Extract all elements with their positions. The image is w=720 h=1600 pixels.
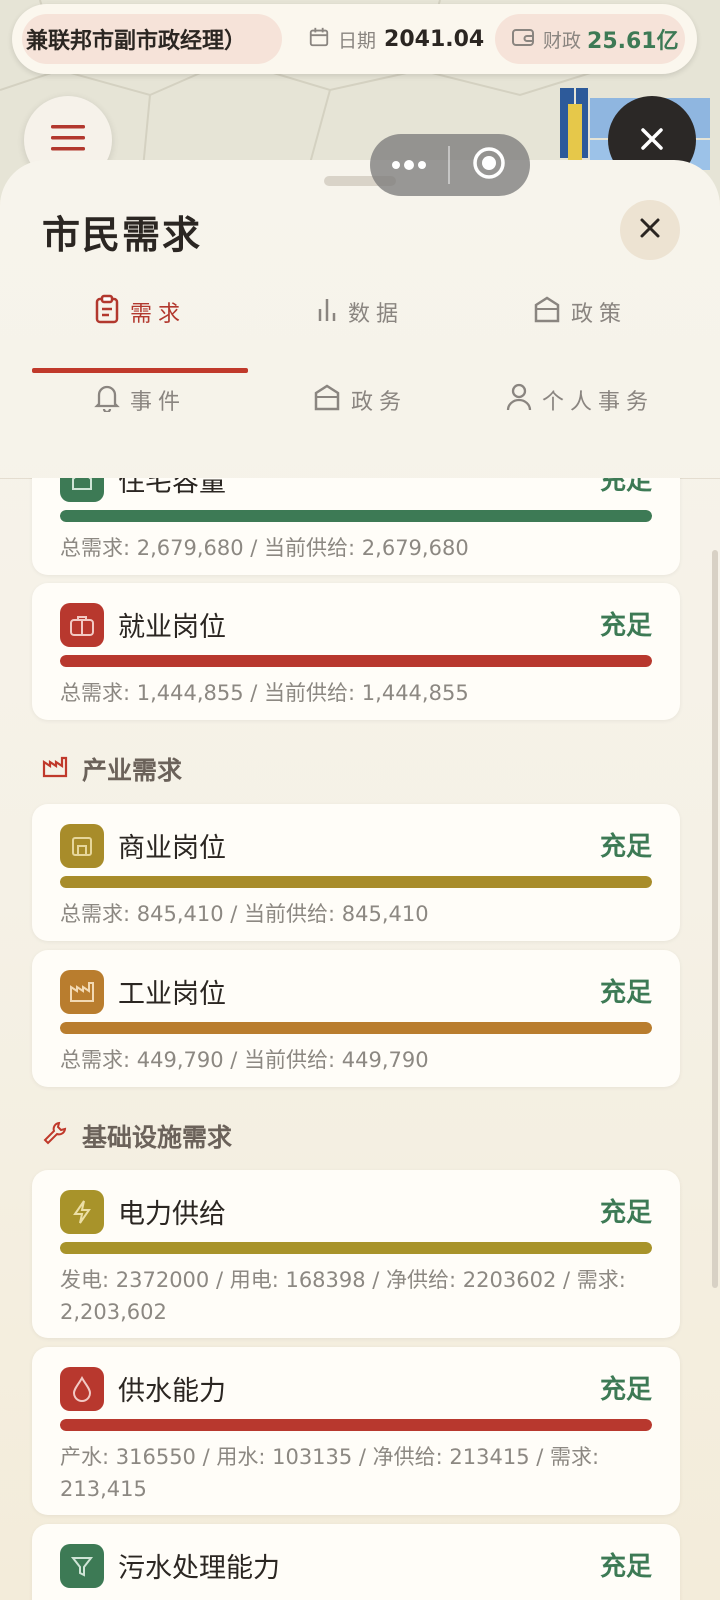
demand-card-commerce: 商业岗位 充足 总需求: 845,410 / 当前供给: 845,410 bbox=[32, 804, 680, 941]
wallet-icon bbox=[511, 26, 535, 52]
tab-government-label: 政务 bbox=[350, 390, 407, 415]
finance-value: 25.61亿 bbox=[587, 29, 679, 54]
date-label: 日期 bbox=[338, 29, 377, 52]
demands-list[interactable]: 住宅容量 充足 总需求: 2,679,680 / 当前供给: 2,679,680… bbox=[0, 478, 720, 1600]
demand-detail: 总需求: 1,444,855 / 当前供给: 1,444,855 bbox=[60, 681, 469, 705]
close-icon bbox=[640, 121, 664, 159]
factory-icon bbox=[60, 970, 104, 1014]
demand-card-jobs: 就业岗位 充足 总需求: 1,444,855 / 当前供给: 1,444,855 bbox=[32, 583, 680, 720]
demand-detail: 总需求: 449,790 / 当前供给: 449,790 bbox=[60, 1048, 429, 1072]
demand-detail: 总需求: 2,679,680 / 当前供给: 2,679,680 bbox=[60, 536, 469, 560]
demand-status: 充足 bbox=[599, 978, 652, 1008]
demand-status: 充足 bbox=[599, 1375, 652, 1405]
hamburger-icon bbox=[51, 125, 85, 155]
section-industry: 产业需求 bbox=[42, 751, 182, 787]
tab-policy[interactable]: 政策 bbox=[472, 272, 688, 352]
shop-icon bbox=[60, 824, 104, 868]
player-title[interactable]: 兼联邦市副市政经理） bbox=[22, 14, 282, 64]
demand-card-water: 供水能力 充足 产水: 316550 / 用水: 103135 / 净供给: 2… bbox=[32, 1347, 680, 1515]
citizen-demands-sheet: 市民需求 需求 数据 政策 事件 政务 个人事务 住宅容量 充足 总需求: 2,… bbox=[0, 160, 720, 1600]
demand-status: 充足 bbox=[599, 611, 652, 641]
demand-status: 充足 bbox=[599, 1198, 652, 1228]
scrollbar[interactable] bbox=[712, 550, 718, 1288]
sheet-title: 市民需求 bbox=[42, 212, 203, 257]
demand-name: 电力供给 bbox=[118, 1199, 226, 1230]
demand-name: 住宅容量 bbox=[118, 478, 226, 498]
demand-status: 充足 bbox=[599, 1552, 652, 1582]
tab-data[interactable]: 数据 bbox=[252, 272, 468, 352]
finance-label: 财政 bbox=[543, 29, 582, 52]
briefcase-icon bbox=[60, 603, 104, 647]
date-display: 日期 2041.04 bbox=[308, 14, 484, 64]
demand-progress-bar bbox=[60, 1419, 652, 1431]
wrench-icon bbox=[42, 1120, 82, 1152]
demand-progress-bar bbox=[60, 876, 652, 888]
tab-data-label: 数据 bbox=[347, 302, 404, 327]
demand-name: 供水能力 bbox=[118, 1376, 226, 1407]
factory-icon bbox=[42, 755, 82, 784]
demand-progress-bar bbox=[60, 1022, 652, 1034]
calendar-icon bbox=[308, 26, 330, 52]
demand-progress-bar bbox=[60, 655, 652, 667]
demand-status: 充足 bbox=[599, 832, 652, 862]
person-icon bbox=[506, 382, 542, 418]
tab-demands[interactable]: 需求 bbox=[32, 272, 248, 352]
bell-icon bbox=[94, 382, 130, 418]
section-infrastructure: 基础设施需求 bbox=[42, 1118, 232, 1154]
date-value: 2041.04 bbox=[384, 26, 485, 52]
finance-display[interactable]: 财政 25.61亿 bbox=[495, 14, 685, 64]
water-drop-icon bbox=[60, 1367, 104, 1411]
building-icon bbox=[313, 383, 351, 417]
section-industry-title: 产业需求 bbox=[82, 756, 183, 785]
demand-name: 就业岗位 bbox=[118, 612, 226, 643]
demand-name: 商业岗位 bbox=[118, 833, 226, 864]
demand-card-power: 电力供给 充足 发电: 2372000 / 用电: 168398 / 净供给: … bbox=[32, 1170, 680, 1338]
lightning-icon bbox=[60, 1190, 104, 1234]
demand-detail: 产水: 316550 / 用水: 103135 / 净供给: 213415 / … bbox=[60, 1445, 600, 1501]
bar-chart-icon bbox=[316, 295, 348, 329]
more-dots-icon bbox=[391, 156, 427, 175]
tab-personal[interactable]: 个人事务 bbox=[472, 360, 688, 440]
demand-card-sewage: 污水处理能力 充足 bbox=[32, 1524, 680, 1600]
sheet-close-button[interactable] bbox=[620, 200, 680, 260]
demand-card-industrial: 工业岗位 充足 总需求: 449,790 / 当前供给: 449,790 bbox=[32, 950, 680, 1087]
active-tab-indicator bbox=[32, 368, 248, 373]
close-icon bbox=[639, 217, 661, 243]
building-icon bbox=[533, 295, 571, 329]
tab-demands-label: 需求 bbox=[129, 302, 186, 327]
section-infrastructure-title: 基础设施需求 bbox=[82, 1123, 233, 1152]
filter-icon bbox=[60, 1544, 104, 1588]
miniprogram-capsule bbox=[370, 134, 530, 196]
tab-policy-label: 政策 bbox=[570, 302, 627, 327]
demand-status: 充足 bbox=[599, 478, 652, 496]
tab-personal-label: 个人事务 bbox=[541, 390, 654, 415]
more-button[interactable] bbox=[370, 134, 448, 196]
tab-government[interactable]: 政务 bbox=[252, 360, 468, 440]
house-icon bbox=[60, 478, 104, 502]
tab-events-label: 事件 bbox=[129, 390, 186, 415]
clipboard-icon bbox=[94, 294, 130, 330]
player-title-text: 兼联邦市副市政经理） bbox=[26, 29, 247, 54]
demand-progress-bar bbox=[60, 510, 652, 522]
status-bar: 兼联邦市副市政经理） 日期 2041.04 财政 25.61亿 bbox=[12, 4, 697, 74]
demand-name: 工业岗位 bbox=[118, 979, 226, 1010]
demand-name: 污水处理能力 bbox=[118, 1553, 280, 1584]
demand-card-housing: 住宅容量 充足 总需求: 2,679,680 / 当前供给: 2,679,680 bbox=[32, 478, 680, 575]
demand-detail: 总需求: 845,410 / 当前供给: 845,410 bbox=[60, 902, 429, 926]
demand-detail: 发电: 2372000 / 用电: 168398 / 净供给: 2203602 … bbox=[60, 1268, 626, 1324]
demand-progress-bar bbox=[60, 1242, 652, 1254]
target-circle-icon bbox=[472, 146, 506, 184]
exit-button[interactable] bbox=[450, 134, 528, 196]
